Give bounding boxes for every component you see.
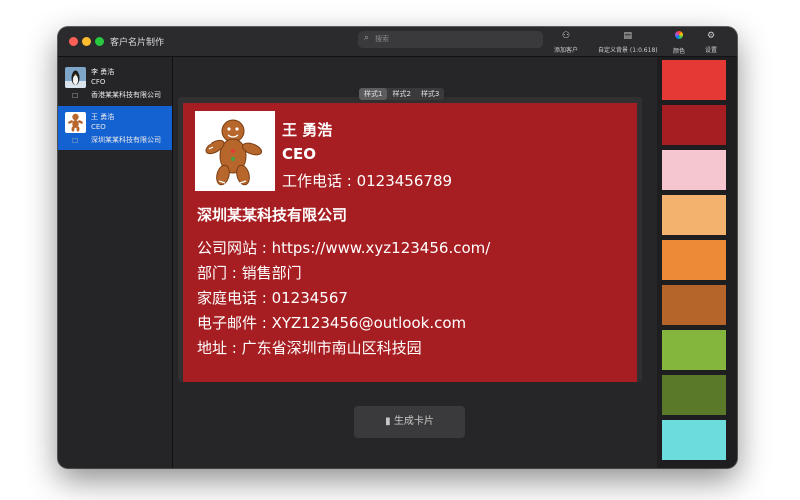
color-swatch[interactable]	[662, 150, 726, 190]
card-work-phone: 工作电话 : 0123456789	[282, 172, 453, 190]
search-icon: ⌕	[364, 33, 370, 43]
gear-icon: ⚙	[706, 31, 716, 41]
contact-sidebar: ☐ 李 勇浩 CFO 香港某某科技有限公司 ☐ 王 勇浩 CEO 深圳某某科技有…	[58, 57, 173, 468]
color-palette	[658, 57, 737, 468]
contact-company: 香港某某科技有限公司	[91, 91, 161, 99]
card-home-phone: 家庭电话 : 01234567	[197, 289, 348, 307]
card-address: 地址 : 广东省深圳市南山区科技园	[197, 339, 422, 357]
business-card: 王 勇浩 CEO 工作电话 : 0123456789 深圳某某科技有限公司 公司…	[183, 103, 637, 382]
card-company: 深圳某某科技有限公司	[197, 206, 348, 224]
app-window: 客户名片制作 ⌕ 搜索 ⚇ 添加客户 ▤ 自定义背景 (1:0.618) 颜色 …	[58, 27, 737, 468]
contact-title: CFO	[91, 78, 106, 86]
color-wheel-icon	[673, 31, 685, 43]
edit-icon[interactable]: ☐	[72, 137, 78, 145]
contact-name: 王 勇浩	[91, 113, 115, 121]
color-button[interactable]: 颜色	[673, 31, 685, 55]
card-editor: 样式1 样式2 样式3 王 勇浩 CEO 工作电话: 0123456789 深…	[173, 57, 657, 468]
avatar-penguin	[65, 67, 86, 88]
card-email: 电子邮件 : XYZ123456@outlook.com	[197, 314, 467, 332]
settings-button[interactable]: ⚙ 设置	[705, 31, 717, 54]
color-swatch[interactable]	[662, 375, 726, 415]
image-stack-icon: ▤	[623, 31, 633, 41]
contact-title: CEO	[91, 123, 106, 131]
card-photo-gingerbread[interactable]	[195, 111, 275, 191]
add-customer-button[interactable]: ⚇ 添加客户	[554, 31, 578, 54]
contact-item-selected[interactable]: ☐ 王 勇浩 CEO 深圳某某科技有限公司	[58, 106, 172, 150]
avatar-gingerbread	[65, 112, 86, 133]
search-placeholder: 搜索	[375, 35, 389, 43]
card-name: 王 勇浩	[282, 121, 333, 139]
title-bar: 客户名片制作 ⌕ 搜索 ⚇ 添加客户 ▤ 自定义背景 (1:0.618) 颜色 …	[58, 27, 737, 57]
color-swatch[interactable]	[662, 240, 726, 280]
add-person-icon: ⚇	[561, 31, 571, 41]
tab-style-3[interactable]: 样式3	[416, 88, 444, 100]
color-swatch[interactable]	[662, 285, 726, 325]
custom-background-label: 自定义背景 (1:0.618)	[598, 47, 658, 54]
color-swatch[interactable]	[662, 105, 726, 145]
card-website: 公司网站 : https://www.xyz123456.com/	[197, 239, 491, 257]
window-title: 客户名片制作	[110, 38, 165, 48]
tab-style-1[interactable]: 样式1	[359, 88, 388, 100]
zoom-window-button[interactable]	[95, 37, 104, 46]
style-tabs: 样式1 样式2 样式3	[359, 88, 445, 100]
custom-background-button[interactable]: ▤ 自定义背景 (1:0.618)	[598, 31, 658, 54]
card-department: 部门 : 销售部门	[197, 264, 302, 282]
generate-card-label: 生成卡片	[393, 416, 434, 427]
color-label: 颜色	[673, 48, 686, 55]
tab-style-2[interactable]: 样式2	[387, 88, 415, 100]
close-window-button[interactable]	[69, 37, 78, 46]
settings-label: 设置	[705, 47, 718, 54]
color-swatch[interactable]	[662, 60, 726, 100]
generate-card-button[interactable]: ▮ 生成卡片	[354, 406, 465, 438]
contact-item[interactable]: ☐ 李 勇浩 CFO 香港某某科技有限公司	[58, 61, 172, 105]
edit-icon[interactable]: ☐	[72, 92, 78, 100]
document-icon: ▮	[385, 416, 391, 427]
search-field[interactable]: ⌕ 搜索	[358, 31, 543, 48]
card-title: CEO	[282, 145, 317, 163]
color-swatch[interactable]	[662, 330, 726, 370]
minimize-window-button[interactable]	[82, 37, 91, 46]
color-swatch[interactable]	[662, 195, 726, 235]
add-customer-label: 添加客户	[554, 47, 579, 54]
color-swatch[interactable]	[662, 420, 726, 460]
contact-name: 李 勇浩	[91, 68, 115, 76]
contact-company: 深圳某某科技有限公司	[91, 136, 161, 144]
